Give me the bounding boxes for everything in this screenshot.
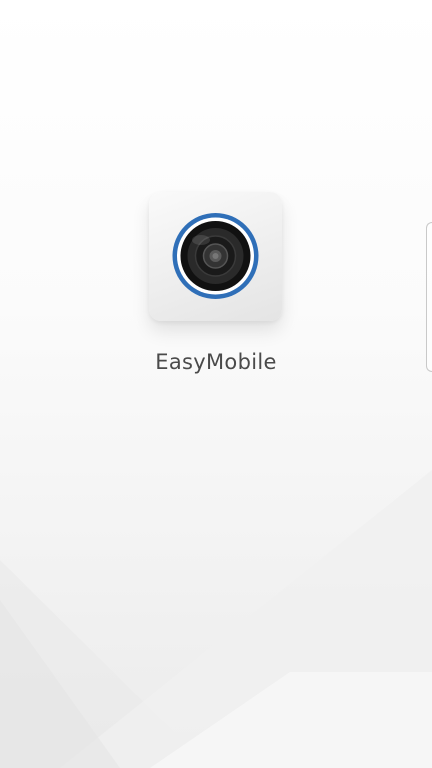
app-icon [149, 192, 282, 321]
camera-lens-icon [172, 213, 259, 299]
background-geometric-shapes [0, 470, 432, 768]
app-name: EasyMobile [155, 350, 277, 374]
edge-panel-handle[interactable] [426, 222, 432, 372]
splash-background [0, 0, 432, 768]
